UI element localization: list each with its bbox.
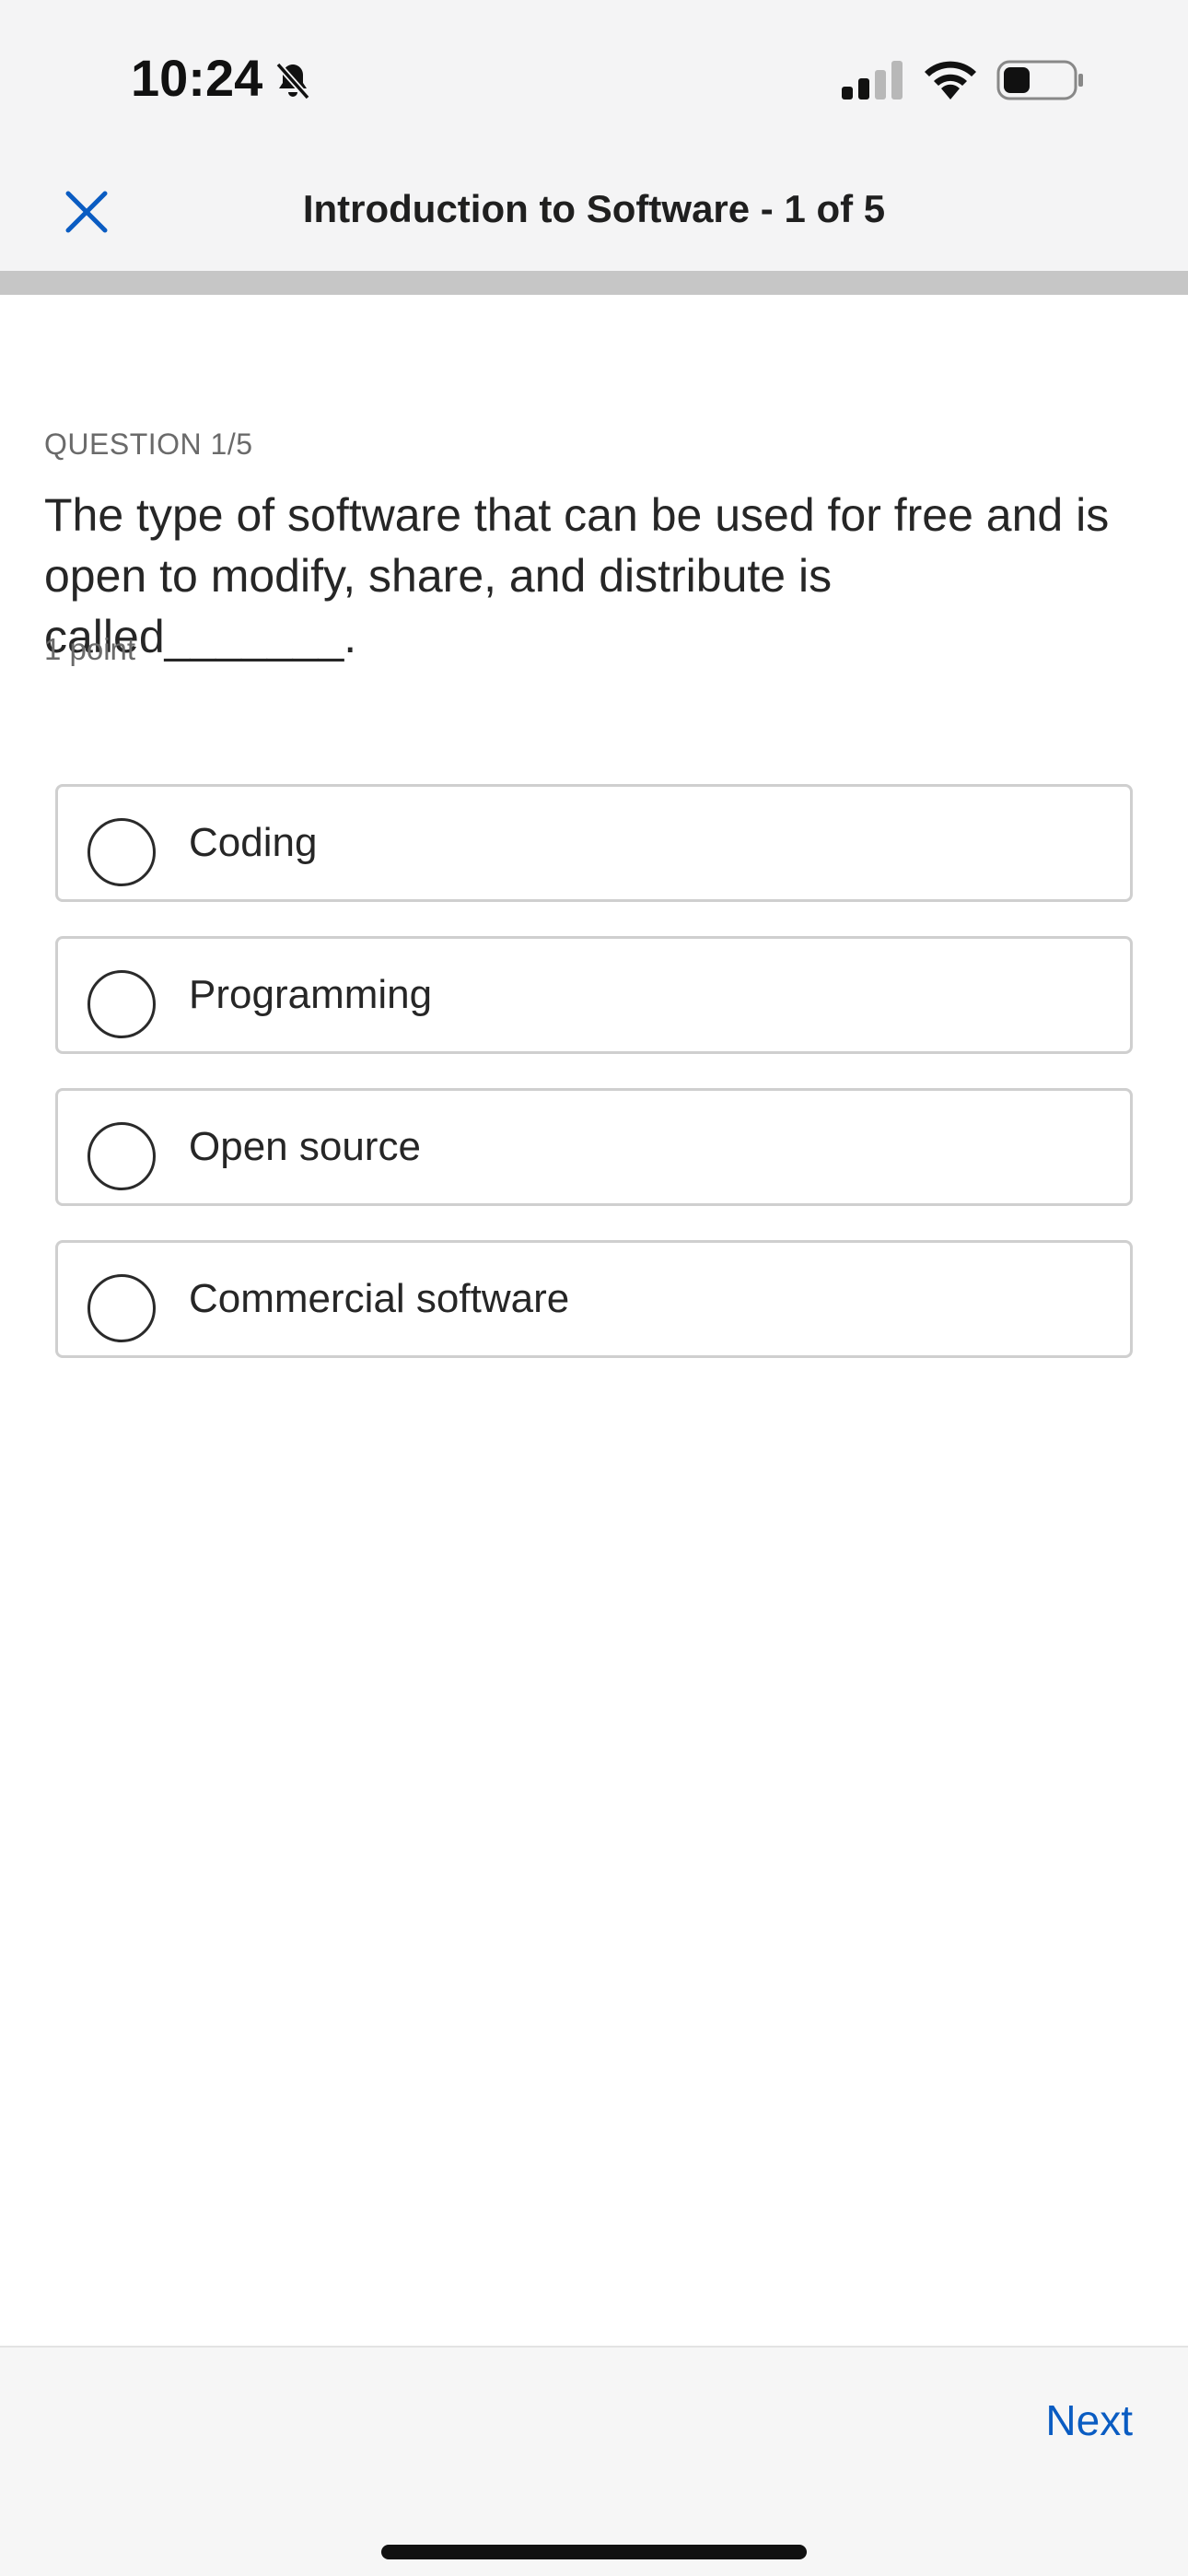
radio-button[interactable] [87, 1122, 156, 1190]
wifi-icon [925, 61, 976, 100]
answer-option-commercial-software[interactable]: Commercial software [55, 1240, 1133, 1358]
answer-option-open-source[interactable]: Open source [55, 1088, 1133, 1206]
page-title: Introduction to Software - 1 of 5 [302, 187, 886, 230]
home-indicator [381, 2545, 807, 2559]
bell-slash-icon [275, 62, 310, 100]
answer-option-label: Commercial software [189, 1276, 570, 1321]
question-points: 1 point [44, 632, 136, 666]
cellular-signal-icon [842, 61, 903, 100]
status-time: 10:24 [131, 49, 263, 107]
answer-option-label: Open source [189, 1124, 421, 1169]
answer-option-programming[interactable]: Programming [55, 936, 1133, 1054]
status-bar: 10:24 [0, 0, 1188, 147]
radio-button[interactable] [87, 818, 156, 886]
radio-button[interactable] [87, 970, 156, 1038]
battery-icon [996, 60, 1083, 100]
quiz-footer: Next [0, 2346, 1188, 2576]
next-button[interactable]: Next [1045, 2395, 1133, 2445]
quiz-progress-fill [0, 271, 238, 295]
answer-option-label: Programming [189, 972, 433, 1017]
radio-button[interactable] [87, 1274, 156, 1342]
answer-option-label: Coding [189, 820, 318, 865]
close-icon[interactable] [59, 184, 114, 240]
question-number: QUESTION 1/5 [44, 427, 253, 461]
quiz-header: Introduction to Software - 1 of 5 [0, 147, 1188, 271]
question-text: The type of software that can be used fo… [44, 489, 1110, 662]
answer-options: Coding Programming Open source Commercia… [55, 784, 1133, 1392]
quiz-progress-bar [0, 271, 1188, 295]
answer-option-coding[interactable]: Coding [55, 784, 1133, 902]
